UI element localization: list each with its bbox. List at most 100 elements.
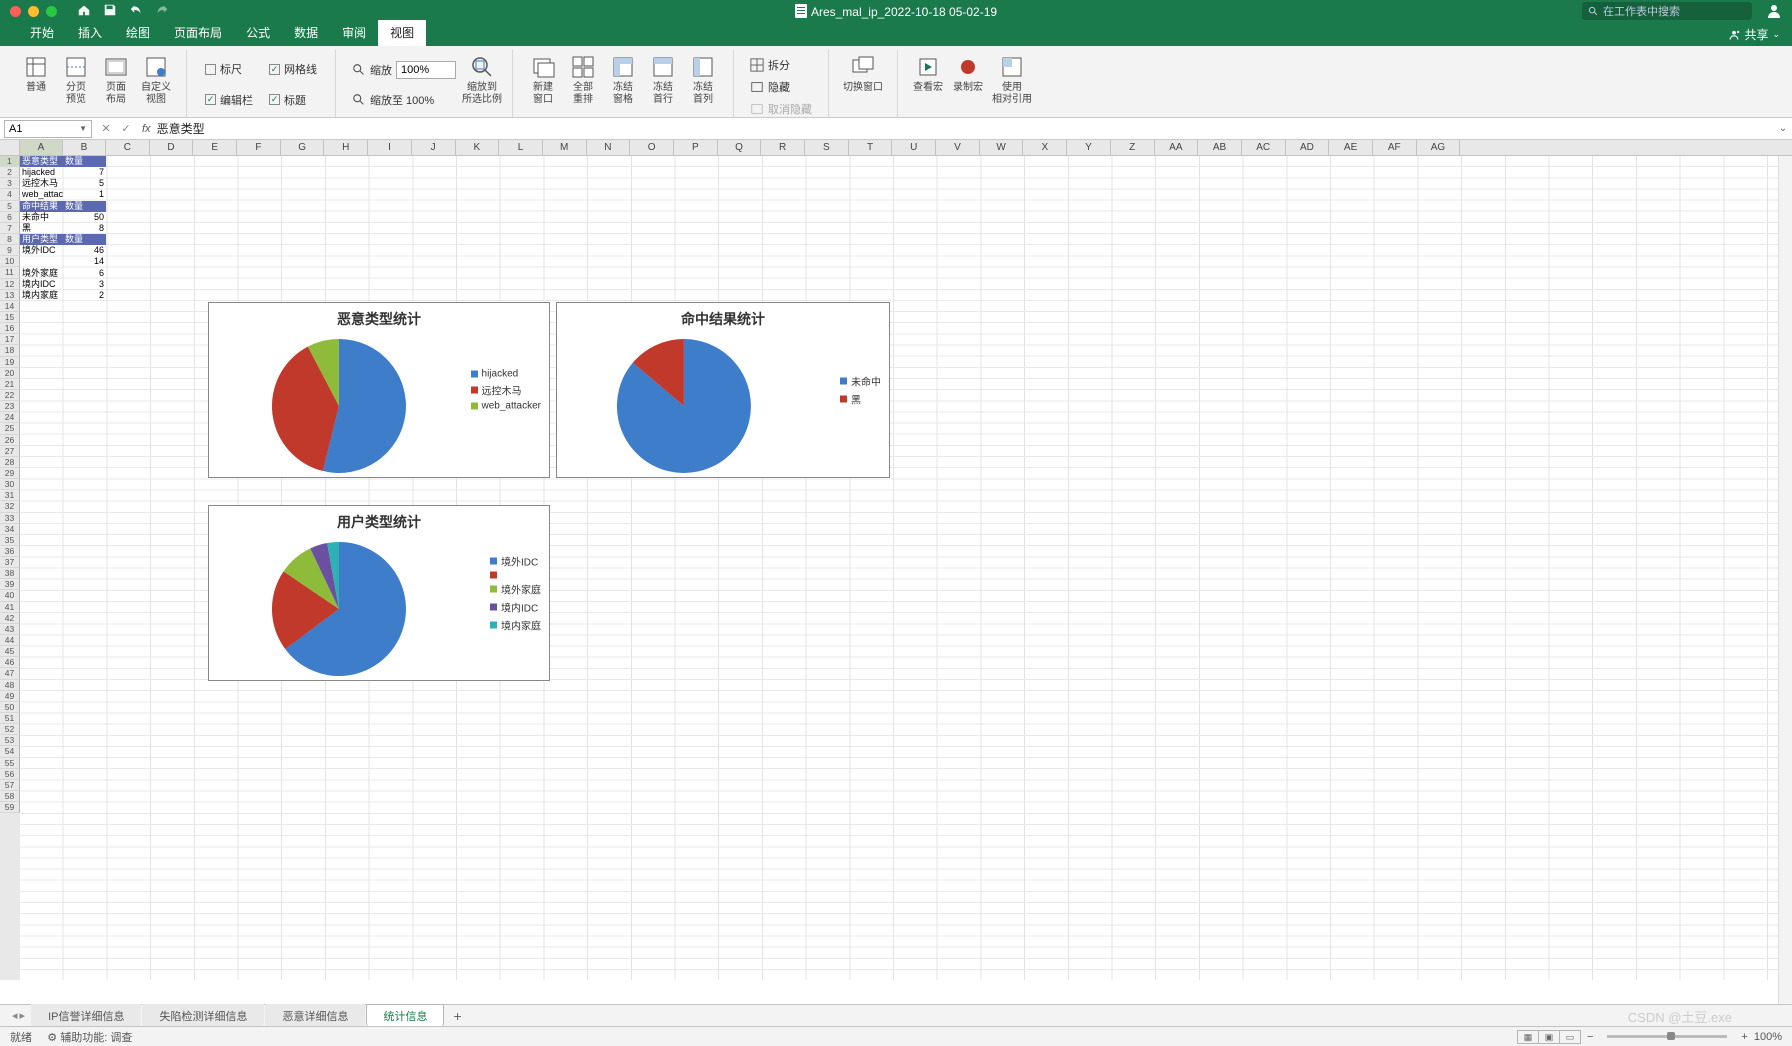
row-header-19[interactable]: 19 xyxy=(0,357,20,368)
col-header-Q[interactable]: Q xyxy=(718,140,762,155)
zoom-in-button[interactable]: + xyxy=(1741,1031,1747,1043)
row-header-8[interactable]: 8 xyxy=(0,234,20,245)
col-header-J[interactable]: J xyxy=(412,140,456,155)
col-header-U[interactable]: U xyxy=(892,140,936,155)
col-header-X[interactable]: X xyxy=(1023,140,1067,155)
row-header-12[interactable]: 12 xyxy=(0,279,20,290)
view-switcher[interactable]: ▦▣▭ xyxy=(1518,1030,1581,1044)
cell-A1[interactable]: 恶意类型 xyxy=(20,156,63,167)
col-header-M[interactable]: M xyxy=(543,140,587,155)
cell-A4[interactable]: web_attacker xyxy=(20,189,63,200)
undo-icon[interactable] xyxy=(129,3,143,20)
tab-审阅[interactable]: 审阅 xyxy=(330,20,378,46)
cell-A3[interactable]: 远控木马 xyxy=(20,178,63,189)
row-header-21[interactable]: 21 xyxy=(0,379,20,390)
row-header-4[interactable]: 4 xyxy=(0,189,20,200)
row-header-7[interactable]: 7 xyxy=(0,223,20,234)
col-header-F[interactable]: F xyxy=(237,140,281,155)
macro-查看宏-button[interactable]: 查看宏 xyxy=(908,52,948,117)
row-header-28[interactable]: 28 xyxy=(0,457,20,468)
col-header-AB[interactable]: AB xyxy=(1198,140,1242,155)
row-header-41[interactable]: 41 xyxy=(0,602,20,613)
col-header-K[interactable]: K xyxy=(456,140,500,155)
row-header-25[interactable]: 25 xyxy=(0,423,20,434)
window-冻结首行-button[interactable]: 冻结 首行 xyxy=(643,52,683,117)
cell-B2[interactable]: 7 xyxy=(63,167,106,178)
col-header-B[interactable]: B xyxy=(63,140,106,155)
check-标题[interactable]: ✓标题 xyxy=(269,92,317,108)
row-header-33[interactable]: 33 xyxy=(0,513,20,524)
row-header-42[interactable]: 42 xyxy=(0,613,20,624)
macro-录制宏-button[interactable]: 录制宏 xyxy=(948,52,988,117)
sheet-tab-统计信息[interactable]: 统计信息 xyxy=(366,1004,444,1027)
row-header-39[interactable]: 39 xyxy=(0,579,20,590)
window-冻结首列-button[interactable]: 冻结 首列 xyxy=(683,52,723,117)
col-header-G[interactable]: G xyxy=(281,140,325,155)
row-header-10[interactable]: 10 xyxy=(0,256,20,267)
user-icon[interactable] xyxy=(1766,3,1782,22)
cell-B9[interactable]: 46 xyxy=(63,245,106,256)
row-header-32[interactable]: 32 xyxy=(0,501,20,512)
cell-B4[interactable]: 1 xyxy=(63,189,106,200)
split-button[interactable]: 拆分 xyxy=(750,57,812,73)
row-header-2[interactable]: 2 xyxy=(0,167,20,178)
cell-B5[interactable]: 数量 xyxy=(63,201,106,212)
tab-页面布局[interactable]: 页面布局 xyxy=(162,20,234,46)
cell-B8[interactable]: 数量 xyxy=(63,234,106,245)
cell-A6[interactable]: 未命中 xyxy=(20,212,63,223)
row-header-58[interactable]: 58 xyxy=(0,791,20,802)
cell-A5[interactable]: 命中结果 xyxy=(20,201,63,212)
col-header-V[interactable]: V xyxy=(936,140,980,155)
row-header-52[interactable]: 52 xyxy=(0,724,20,735)
col-header-Z[interactable]: Z xyxy=(1111,140,1155,155)
row-header-57[interactable]: 57 xyxy=(0,780,20,791)
cell-B10[interactable]: 14 xyxy=(63,256,106,267)
col-header-I[interactable]: I xyxy=(368,140,412,155)
view-分页-button[interactable]: 分页 预览 xyxy=(56,52,96,117)
col-header-P[interactable]: P xyxy=(674,140,718,155)
col-header-AE[interactable]: AE xyxy=(1329,140,1373,155)
col-header-Y[interactable]: Y xyxy=(1067,140,1111,155)
row-header-18[interactable]: 18 xyxy=(0,345,20,356)
col-header-N[interactable]: N xyxy=(587,140,631,155)
row-header-36[interactable]: 36 xyxy=(0,546,20,557)
check-编辑栏[interactable]: ✓编辑栏 xyxy=(205,92,253,108)
row-header-16[interactable]: 16 xyxy=(0,323,20,334)
row-header-31[interactable]: 31 xyxy=(0,490,20,501)
tab-开始[interactable]: 开始 xyxy=(18,20,66,46)
zoom-level[interactable]: 100% xyxy=(1754,1031,1782,1043)
home-icon[interactable] xyxy=(77,3,91,20)
row-header-35[interactable]: 35 xyxy=(0,535,20,546)
cell-B11[interactable]: 6 xyxy=(63,268,106,279)
col-header-S[interactable]: S xyxy=(805,140,849,155)
tab-绘图[interactable]: 绘图 xyxy=(114,20,162,46)
name-box[interactable]: A1▼ xyxy=(4,120,92,138)
cancel-formula-icon[interactable]: ✕ xyxy=(96,122,116,135)
row-header-20[interactable]: 20 xyxy=(0,368,20,379)
row-header-37[interactable]: 37 xyxy=(0,557,20,568)
row-header-22[interactable]: 22 xyxy=(0,390,20,401)
row-header-44[interactable]: 44 xyxy=(0,635,20,646)
redo-icon[interactable] xyxy=(155,3,169,20)
col-header-D[interactable]: D xyxy=(150,140,194,155)
row-header-55[interactable]: 55 xyxy=(0,758,20,769)
row-header-46[interactable]: 46 xyxy=(0,657,20,668)
formula-content[interactable]: 恶意类型 xyxy=(157,120,1774,137)
cell-A8[interactable]: 用户类型 xyxy=(20,234,63,245)
cell-A12[interactable]: 境内IDC xyxy=(20,279,63,290)
row-header-30[interactable]: 30 xyxy=(0,479,20,490)
cell-A11[interactable]: 境外家庭 xyxy=(20,268,63,279)
zoom-control[interactable]: 缩放 xyxy=(352,61,456,79)
row-header-29[interactable]: 29 xyxy=(0,468,20,479)
accessibility-status[interactable]: ⚙ 辅助功能: 调查 xyxy=(47,1032,132,1044)
save-icon[interactable] xyxy=(103,3,117,20)
col-header-T[interactable]: T xyxy=(849,140,893,155)
window-全部重排-button[interactable]: 全部 重排 xyxy=(563,52,603,117)
cell-A7[interactable]: 黑 xyxy=(20,223,63,234)
view-自定义-button[interactable]: 自定义 视图 xyxy=(136,52,176,117)
cell-B6[interactable]: 50 xyxy=(63,212,106,223)
switch-window-button[interactable]: 切换窗口 xyxy=(839,52,887,117)
row-header-59[interactable]: 59 xyxy=(0,802,20,813)
row-header-14[interactable]: 14 xyxy=(0,301,20,312)
sheet-tab-IP信誉详细信息[interactable]: IP信誉详细信息 xyxy=(31,1004,141,1027)
